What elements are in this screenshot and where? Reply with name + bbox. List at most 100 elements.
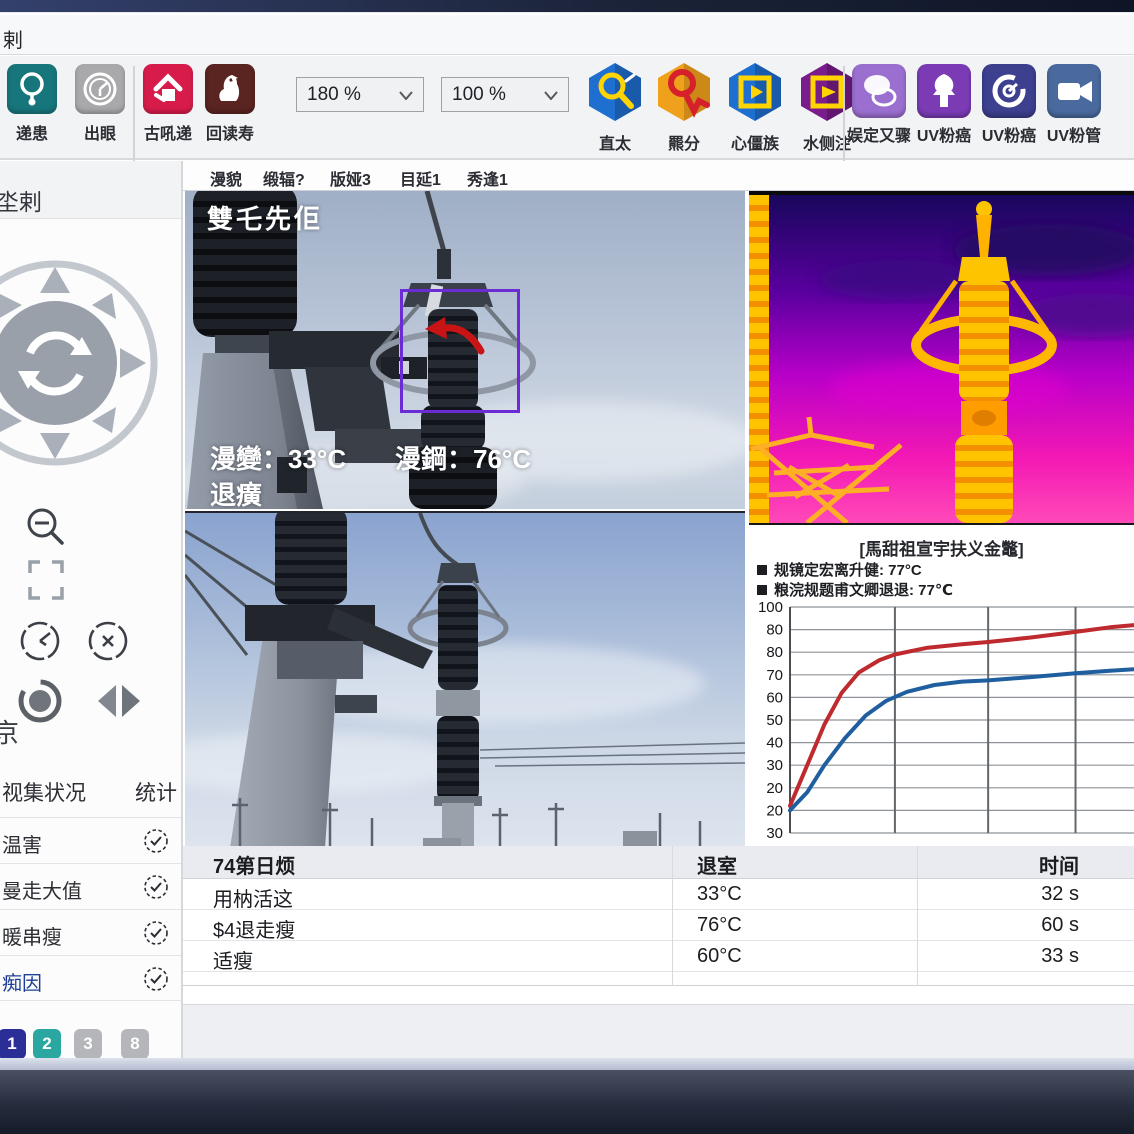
- view-tabbar: 漫貌 缎辐? 版娅3 目延1 秀逢1: [183, 161, 1134, 191]
- row-time: 60 s: [1041, 914, 1079, 937]
- zoom-dropdown-value: 180 %: [307, 84, 361, 106]
- table-header-row: 74第日烦 退室 时间: [183, 846, 1134, 879]
- video-camera-icon: [1047, 64, 1101, 118]
- checklist-item[interactable]: 暖串瘦: [0, 909, 183, 955]
- purple-button-label: UV粉癌: [977, 122, 1041, 146]
- table-header-temp: 退室: [697, 850, 737, 879]
- table-column-divider: [672, 846, 673, 986]
- checklist-label: 痴因: [2, 967, 42, 996]
- ptz-pad[interactable]: [0, 253, 183, 473]
- thermal-scene: [749, 195, 1134, 523]
- dial-icons[interactable]: [14, 619, 164, 665]
- home-capture-button[interactable]: 古吼递: [138, 64, 198, 144]
- tab-3[interactable]: 版娅3: [330, 166, 371, 190]
- page-button-1[interactable]: 1: [0, 1029, 26, 1058]
- check-circle-icon[interactable]: [143, 966, 169, 997]
- toolbar-button-label: 递患: [2, 120, 62, 144]
- tab-4[interactable]: 目延1: [400, 166, 441, 190]
- row-temp: 60°C: [697, 945, 742, 968]
- svg-text:50: 50: [766, 712, 783, 729]
- svg-text:100: 100: [758, 599, 783, 616]
- window-title: 剌: [3, 24, 23, 53]
- check-circle-icon[interactable]: [143, 920, 169, 951]
- pagination-row: 1 2 3 8: [0, 1029, 183, 1058]
- svg-text:30: 30: [766, 825, 783, 842]
- crop-brackets-icon[interactable]: [18, 559, 74, 601]
- window-bottom-edge: [0, 1058, 1134, 1070]
- checklist-item[interactable]: 温害: [0, 817, 183, 863]
- row-time: 33 s: [1041, 945, 1079, 968]
- status-band: [183, 1004, 1134, 1058]
- purple-button-label: UV粉癌: [912, 122, 976, 146]
- zoom-dropdown[interactable]: 180 %: [296, 77, 424, 112]
- scale-dropdown[interactable]: 100 %: [441, 77, 569, 112]
- svg-text:70: 70: [766, 667, 783, 684]
- row-temp: 76°C: [697, 914, 742, 937]
- table-row[interactable]: $4退走瘦 76°C 60 s: [183, 910, 1134, 941]
- zoom-out-icon[interactable]: [16, 505, 76, 549]
- toolbar-separator: [843, 66, 845, 168]
- search-tool-button[interactable]: 直太: [578, 61, 652, 154]
- uv-video-button[interactable]: UV粉管: [1042, 64, 1106, 146]
- preview-button[interactable]: 出眼: [70, 64, 130, 144]
- page-button-8[interactable]: 8: [121, 1029, 149, 1058]
- checklist-label: 暖串瘦: [2, 921, 62, 950]
- checklist-item[interactable]: 曼走大值: [0, 863, 183, 909]
- dial-circle-icon: [75, 64, 125, 114]
- chevron-down-icon: [399, 84, 413, 106]
- toolbar-button-label: 古吼递: [138, 120, 198, 144]
- row-temp: 33°C: [697, 883, 742, 906]
- hex-button-label: 羆分: [647, 130, 721, 154]
- frame-tool-button[interactable]: 心僵族: [718, 61, 792, 154]
- status-row: 视集状况 统计: [0, 773, 183, 809]
- page-button-2[interactable]: 2: [33, 1029, 61, 1058]
- svg-text:20: 20: [766, 780, 783, 797]
- uv-settings-button[interactable]: 娱定又骤: [847, 64, 911, 146]
- toolbar-button-label: 回读寿: [200, 120, 260, 144]
- status-right-link[interactable]: 统计: [135, 777, 177, 807]
- sidebar-header: 坔剌: [0, 161, 183, 219]
- hand-lens-icon: [852, 64, 906, 118]
- row-name: 适瘦: [213, 945, 253, 974]
- tab-2[interactable]: 缎辐?: [263, 166, 305, 190]
- uv-gauge-button[interactable]: UV粉癌: [977, 64, 1041, 146]
- row-name: $4退走瘦: [213, 914, 295, 943]
- connect-button[interactable]: 递患: [2, 64, 62, 144]
- checklist-label: 曼走大值: [2, 875, 82, 904]
- toolbar-separator: [133, 66, 135, 168]
- hex-button-label: 心僵族: [718, 130, 792, 154]
- table-row[interactable]: 适瘦 60°C 33 s: [183, 941, 1134, 972]
- svg-text:80: 80: [766, 622, 783, 639]
- toolbar: 递患 出眼 古吼递 回读寿 180 % 100 %: [0, 56, 1134, 160]
- tab-1[interactable]: 漫貌: [210, 166, 242, 190]
- uv-up-button[interactable]: UV粉癌: [912, 64, 976, 146]
- temperature-label-3: 退癀: [210, 475, 262, 509]
- app-window: 剌 递患 出眼 古吼递 回读寿: [0, 12, 1134, 1058]
- svg-text:30: 30: [766, 757, 783, 774]
- magnifier-drop-icon: [7, 64, 57, 114]
- table-header-time: 时间: [1039, 850, 1079, 879]
- video-overlay-title: 雙乇先佢: [207, 199, 323, 236]
- check-circle-icon[interactable]: [143, 828, 169, 859]
- record-and-pan-icons[interactable]: [14, 677, 174, 725]
- tab-5[interactable]: 秀逢1: [467, 166, 508, 190]
- hex-button-label: 直太: [578, 130, 652, 154]
- sidebar-header-label: 坔剌: [0, 183, 42, 217]
- control-sidebar: 坔剌: [0, 161, 183, 1058]
- page-button-3[interactable]: 3: [74, 1029, 102, 1058]
- gauge-ring-icon: [982, 64, 1036, 118]
- secondary-scene: [185, 513, 745, 846]
- bird-report-button[interactable]: 回读寿: [200, 64, 260, 144]
- analyze-tool-button[interactable]: 羆分: [647, 61, 721, 154]
- visible-video-feed: 雙乇先佢 漫變：33°C 漫鋼：76°C 退癀: [185, 191, 745, 509]
- checklist-item[interactable]: 痴因: [0, 955, 183, 1001]
- table-row[interactable]: 用枘活这 33°C 32 s: [183, 879, 1134, 910]
- checklist-label: 温害: [2, 829, 42, 858]
- row-name: 用枘活这: [213, 883, 293, 912]
- desktop-top-strip: [0, 0, 1134, 12]
- hex-ribbon-icon: [655, 61, 713, 123]
- secondary-video-feed: [185, 511, 745, 846]
- temperature-label-2: 漫鋼：76°C: [395, 439, 531, 476]
- hex-magnifier-icon: [586, 61, 644, 123]
- check-circle-icon[interactable]: [143, 874, 169, 905]
